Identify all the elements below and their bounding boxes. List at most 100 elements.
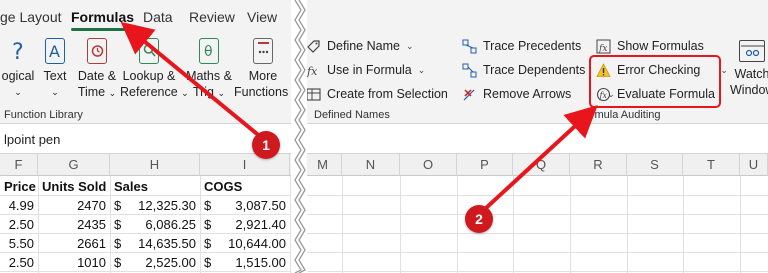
create-from-selection-button[interactable]: Create from Selection bbox=[306, 84, 448, 104]
watch-window-label-1: Watch bbox=[734, 67, 768, 81]
chevron-down-icon: ⌄ bbox=[14, 87, 22, 97]
column-header-g[interactable]: G bbox=[38, 154, 110, 176]
column-gridline bbox=[513, 176, 514, 273]
annotation-badge-1: 1 bbox=[252, 131, 280, 159]
column-gridline bbox=[683, 176, 684, 273]
watch-window-button[interactable]: Watch Window bbox=[730, 40, 768, 98]
lookup-label-2: Reference ⌄ bbox=[120, 85, 189, 99]
use-in-formula-button[interactable]: fx Use in Formula ⌄ bbox=[306, 60, 425, 80]
watch-window-icon bbox=[739, 40, 765, 62]
clock-icon bbox=[87, 38, 107, 64]
trace-dependents-button[interactable]: Trace Dependents bbox=[462, 60, 585, 80]
logical-button[interactable]: ? ogical ⌄ bbox=[0, 38, 36, 100]
show-formulas-icon: fx bbox=[596, 39, 611, 54]
svg-text:?: ? bbox=[12, 40, 24, 64]
maths-label-2: Trig ⌄ bbox=[192, 85, 226, 99]
date-time-button[interactable]: Date & Time ⌄ bbox=[76, 38, 118, 101]
tab-formulas[interactable]: Formulas bbox=[71, 9, 134, 25]
cell-price[interactable]: 5.50 bbox=[0, 234, 34, 253]
magnifier-icon bbox=[139, 38, 159, 64]
more-functions-button[interactable]: More Functions ⌄ bbox=[234, 38, 299, 101]
column-header-t[interactable]: T bbox=[683, 154, 740, 176]
cell-cogs[interactable]: 3,087.50 bbox=[200, 196, 286, 215]
header-units-sold[interactable]: Units Sold bbox=[42, 177, 106, 196]
trace-precedents-icon bbox=[462, 39, 477, 54]
remove-arrows-label: Remove Arrows bbox=[483, 87, 572, 101]
more-functions-icon bbox=[253, 38, 273, 64]
column-header-f[interactable]: F bbox=[0, 154, 38, 176]
column-header-u[interactable]: U bbox=[740, 154, 768, 176]
cell-sales[interactable]: 2,525.00 bbox=[110, 253, 196, 272]
text-icon: A bbox=[45, 38, 65, 64]
chevron-down-icon: ⌄ bbox=[405, 40, 414, 51]
show-formulas-label: Show Formulas bbox=[617, 39, 704, 53]
cell-price[interactable]: 2.50 bbox=[0, 215, 34, 234]
header-price[interactable]: Price bbox=[4, 177, 36, 196]
column-header-s[interactable]: S bbox=[627, 154, 683, 176]
highlight-box-error-evaluate bbox=[589, 55, 721, 108]
column-gridline bbox=[570, 176, 571, 273]
cell-sales[interactable]: 12,325.30 bbox=[110, 196, 196, 215]
cell-units[interactable]: 2661 bbox=[38, 234, 106, 253]
header-cogs[interactable]: COGS bbox=[204, 177, 242, 196]
tab-view[interactable]: View bbox=[247, 9, 277, 25]
logical-label: ogical bbox=[1, 69, 35, 83]
cell-price[interactable]: 2.50 bbox=[0, 253, 34, 272]
more-label-2: Functions ⌄ bbox=[234, 85, 299, 99]
column-header-r[interactable]: R bbox=[570, 154, 627, 176]
chevron-down-icon: ⌄ bbox=[417, 64, 426, 75]
cell-sales[interactable]: 6,086.25 bbox=[110, 215, 196, 234]
column-header-p[interactable]: P bbox=[457, 154, 513, 176]
trace-dependents-icon bbox=[462, 63, 477, 78]
define-name-label: Define Name bbox=[327, 39, 400, 53]
use-in-formula-label: Use in Formula bbox=[327, 63, 412, 77]
tab-data[interactable]: Data bbox=[143, 9, 173, 25]
column-header-o[interactable]: O bbox=[400, 154, 457, 176]
cell-price[interactable]: 4.99 bbox=[0, 196, 34, 215]
tab-page-layout[interactable]: ge Layout bbox=[0, 9, 62, 25]
text-button[interactable]: A Text ⌄ bbox=[40, 38, 70, 100]
cell-cogs[interactable]: 1,515.00 bbox=[200, 253, 286, 272]
cell-sales[interactable]: 14,635.50 bbox=[110, 234, 196, 253]
cell-cogs[interactable]: 2,921.40 bbox=[200, 215, 286, 234]
chevron-down-icon: ⌄ bbox=[720, 64, 728, 75]
column-header-q[interactable]: Q bbox=[513, 154, 570, 176]
show-formulas-button[interactable]: fx Show Formulas bbox=[596, 36, 704, 56]
worksheet-grid[interactable]: F G H I P M N O P Q R S T U Price Units … bbox=[0, 154, 768, 273]
column-gridline bbox=[342, 176, 343, 273]
formula-auditing-label: Formula Auditing bbox=[578, 109, 661, 121]
formula-bar-content: lpoint pen bbox=[4, 132, 61, 147]
cell-units[interactable]: 1010 bbox=[38, 253, 106, 272]
column-gridline bbox=[627, 176, 628, 273]
text-label: Text bbox=[43, 69, 67, 83]
remove-arrows-icon bbox=[462, 87, 477, 102]
define-name-button[interactable]: Define Name ⌄ bbox=[306, 36, 414, 56]
logical-icon: ? bbox=[8, 38, 28, 65]
create-from-selection-label: Create from Selection bbox=[327, 87, 448, 101]
formula-bar[interactable]: lpoint pen bbox=[0, 124, 768, 154]
chevron-down-icon: ⌄ bbox=[51, 87, 59, 97]
trace-precedents-button[interactable]: Trace Precedents bbox=[462, 36, 581, 56]
annotation-badge-2: 2 bbox=[465, 205, 493, 233]
column-gridline bbox=[740, 176, 741, 273]
svg-text:A: A bbox=[49, 42, 60, 61]
tab-review[interactable]: Review bbox=[189, 9, 235, 25]
header-sales[interactable]: Sales bbox=[114, 177, 148, 196]
lookup-reference-button[interactable]: Lookup & Reference ⌄ bbox=[120, 38, 189, 101]
watch-window-label-2: Window bbox=[730, 83, 768, 97]
active-tab-indicator bbox=[71, 28, 126, 31]
column-header-i[interactable]: I bbox=[200, 154, 290, 176]
column-header-n[interactable]: N bbox=[342, 154, 400, 176]
maths-trig-button[interactable]: θ Maths & Trig ⌄ bbox=[186, 38, 232, 101]
date-time-label-2: Time ⌄ bbox=[77, 85, 117, 99]
more-label-1: More bbox=[248, 69, 278, 83]
column-header-h[interactable]: H bbox=[110, 154, 200, 176]
screenshot-cut-divider bbox=[291, 0, 307, 273]
defined-names-label: Defined Names bbox=[314, 109, 390, 121]
maths-label-1: Maths & bbox=[186, 69, 232, 83]
function-library-label: Function Library bbox=[4, 109, 83, 121]
cell-units[interactable]: 2435 bbox=[38, 215, 106, 234]
cell-units[interactable]: 2470 bbox=[38, 196, 106, 215]
cell-cogs[interactable]: 10,644.00 bbox=[200, 234, 286, 253]
ribbon-tab-bar: ge Layout Formulas Data Review View A bbox=[0, 0, 768, 32]
